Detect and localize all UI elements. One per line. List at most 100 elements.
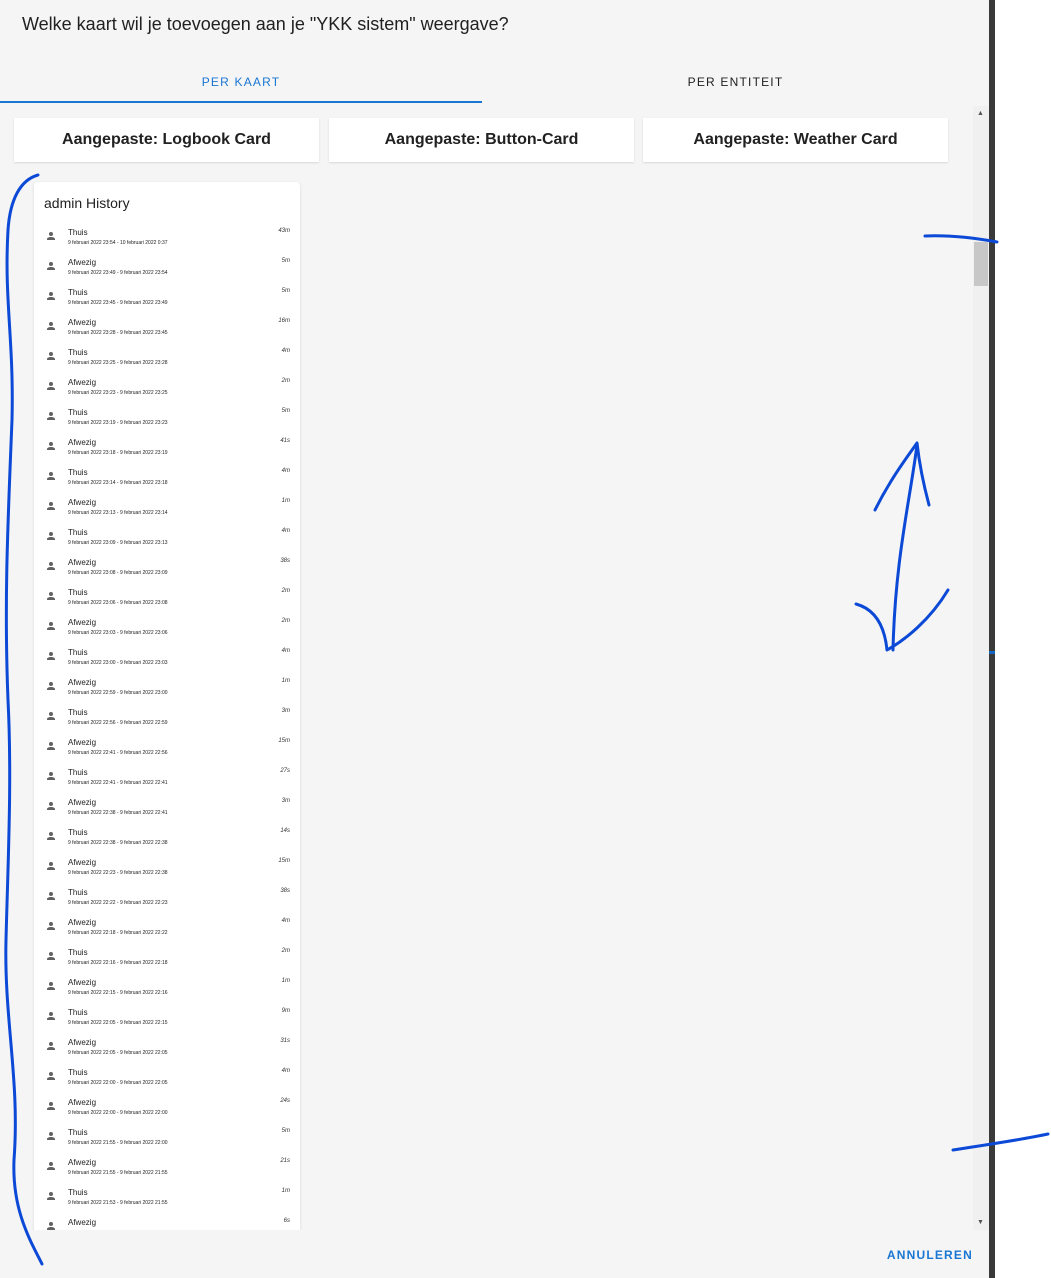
history-entry: Afwezig 9 februari 2022 23:18 - 9 februar… bbox=[34, 436, 300, 466]
entry-timespan: 9 februari 2022 23:28 - 9 februari 2022 … bbox=[68, 330, 168, 336]
history-entry: Thuis 9 februari 2022 23:06 - 9 februari … bbox=[34, 586, 300, 616]
entry-timespan: 9 februari 2022 23:23 - 9 februari 2022 … bbox=[68, 390, 168, 396]
entry-state: Thuis bbox=[68, 1188, 88, 1197]
tab-per-kaart[interactable]: PER KAART bbox=[0, 60, 482, 104]
entry-state: Afwezig bbox=[68, 618, 97, 627]
entry-timespan: 9 februari 2022 22:56 - 9 februari 2022 … bbox=[68, 720, 168, 726]
entry-duration: 5m bbox=[281, 1128, 290, 1134]
entry-state: Thuis bbox=[68, 408, 88, 417]
entry-state: Afwezig bbox=[68, 378, 97, 387]
history-entry: Thuis 9 februari 2022 22:05 - 9 februari … bbox=[34, 1006, 300, 1036]
logbook-card-preview[interactable]: admin History Thuis 9 februari 2022 23:54… bbox=[34, 182, 300, 1230]
account-icon bbox=[47, 892, 55, 900]
background-app-edge bbox=[989, 0, 995, 1278]
account-icon bbox=[47, 502, 55, 510]
tab-per-entiteit[interactable]: PER ENTITEIT bbox=[482, 60, 989, 104]
account-icon bbox=[47, 292, 55, 300]
history-entry: Afwezig 9 februari 2022 23:23 - 9 februar… bbox=[34, 376, 300, 406]
entry-state: Afwezig bbox=[68, 678, 97, 687]
entry-duration: 38s bbox=[280, 558, 290, 564]
history-entry: Afwezig 9 februari 2022 23:08 - 9 februar… bbox=[34, 556, 300, 586]
card-picker-content[interactable]: Aangepaste: Logbook Card Aangepaste: But… bbox=[0, 106, 973, 1230]
active-tab-indicator bbox=[0, 101, 482, 103]
history-entry: Afwezig 9 februari 2022 22:41 - 9 februar… bbox=[34, 736, 300, 766]
add-card-dialog: Welke kaart wil je toevoegen aan je "YKK… bbox=[0, 0, 989, 1278]
entry-state: Thuis bbox=[68, 1008, 88, 1017]
history-entry: Thuis 9 februari 2022 22:00 - 9 februari … bbox=[34, 1066, 300, 1096]
entry-state: Afwezig bbox=[68, 798, 97, 807]
entry-duration: 43m bbox=[278, 228, 290, 234]
history-entries-list: Thuis 9 februari 2022 23:54 - 10 februari… bbox=[34, 226, 300, 1230]
tab-bar: PER KAART PER ENTITEIT bbox=[0, 60, 989, 104]
entry-duration: 2m bbox=[281, 948, 290, 954]
entry-state: Afwezig bbox=[68, 498, 97, 507]
entry-duration: 1m bbox=[281, 498, 290, 504]
card-option-logbook[interactable]: Aangepaste: Logbook Card bbox=[14, 118, 319, 162]
scroll-up-arrow-icon[interactable]: ▲ bbox=[977, 110, 984, 117]
entry-timespan: 9 februari 2022 23:19 - 9 februari 2022 … bbox=[68, 420, 168, 426]
history-entry: Afwezig 9 februari 2022 23:13 - 9 februar… bbox=[34, 496, 300, 526]
history-entry: Afwezig 9 februari 2022 22:23 - 9 februar… bbox=[34, 856, 300, 886]
entry-timespan: 9 februari 2022 23:03 - 9 februari 2022 … bbox=[68, 630, 168, 636]
history-entry: Thuis 9 februari 2022 23:45 - 9 februari … bbox=[34, 286, 300, 316]
entry-state: Afwezig bbox=[68, 258, 97, 267]
account-icon bbox=[47, 592, 55, 600]
entry-duration: 1m bbox=[281, 678, 290, 684]
entry-duration: 5m bbox=[281, 288, 290, 294]
account-icon bbox=[47, 802, 55, 810]
account-icon bbox=[47, 922, 55, 930]
scroll-down-arrow-icon[interactable]: ▼ bbox=[977, 1219, 984, 1226]
account-icon bbox=[47, 1192, 55, 1200]
content-scrollbar[interactable]: ▲ ▼ bbox=[973, 106, 989, 1230]
card-option-button-card[interactable]: Aangepaste: Button-Card bbox=[329, 118, 634, 162]
account-icon bbox=[47, 532, 55, 540]
entry-state: Afwezig bbox=[68, 558, 97, 567]
entry-duration: 6s bbox=[283, 1218, 290, 1224]
entry-state: Thuis bbox=[68, 648, 88, 657]
entry-timespan: 9 februari 2022 21:55 - 9 februari 2022 … bbox=[68, 1170, 168, 1176]
entry-duration: 15m bbox=[278, 858, 290, 864]
history-entry: Thuis 9 februari 2022 22:41 - 9 februari … bbox=[34, 766, 300, 796]
entry-duration: 27s bbox=[280, 768, 290, 774]
entry-timespan: 9 februari 2022 22:38 - 9 februari 2022 … bbox=[68, 840, 168, 846]
account-icon bbox=[47, 682, 55, 690]
history-entry: Thuis 9 februari 2022 22:56 - 9 februari … bbox=[34, 706, 300, 736]
entry-timespan: 9 februari 2022 23:09 - 9 februari 2022 … bbox=[68, 540, 168, 546]
account-icon bbox=[47, 772, 55, 780]
entry-state: Afwezig bbox=[68, 318, 97, 327]
entry-timespan: 9 februari 2022 22:00 - 9 februari 2022 … bbox=[68, 1080, 168, 1086]
entry-timespan: 9 februari 2022 23:49 - 9 februari 2022 … bbox=[68, 270, 168, 276]
history-entry: Thuis 9 februari 2022 23:19 - 9 februari … bbox=[34, 406, 300, 436]
entry-state: Thuis bbox=[68, 288, 88, 297]
account-icon bbox=[47, 622, 55, 630]
entry-duration: 21s bbox=[280, 1158, 290, 1164]
entry-duration: 5m bbox=[281, 258, 290, 264]
entry-timespan: 9 februari 2022 22:18 - 9 februari 2022 … bbox=[68, 930, 168, 936]
history-entry: Afwezig 9 februari 2022 22:15 - 9 februar… bbox=[34, 976, 300, 1006]
scrollbar-thumb[interactable] bbox=[974, 242, 988, 286]
entry-state: Thuis bbox=[68, 708, 88, 717]
entry-timespan: 9 februari 2022 22:16 - 9 februari 2022 … bbox=[68, 960, 168, 966]
account-icon bbox=[47, 442, 55, 450]
entry-timespan: 9 februari 2022 23:00 - 9 februari 2022 … bbox=[68, 660, 168, 666]
entry-state: Thuis bbox=[68, 528, 88, 537]
account-icon bbox=[47, 322, 55, 330]
entry-state: Thuis bbox=[68, 348, 88, 357]
entry-duration: 9m bbox=[281, 1008, 290, 1014]
account-icon bbox=[47, 1222, 55, 1230]
entry-timespan: 9 februari 2022 22:00 - 9 februari 2022 … bbox=[68, 1110, 168, 1116]
account-icon bbox=[47, 1132, 55, 1140]
account-icon bbox=[47, 712, 55, 720]
card-option-weather[interactable]: Aangepaste: Weather Card bbox=[643, 118, 948, 162]
account-icon bbox=[47, 1162, 55, 1170]
entry-timespan: 9 februari 2022 22:41 - 9 februari 2022 … bbox=[68, 750, 168, 756]
dialog-title: Welke kaart wil je toevoegen aan je "YKK… bbox=[22, 14, 509, 34]
history-entry: Afwezig 9 februari 2022 21:55 - 9 februar… bbox=[34, 1156, 300, 1186]
entry-timespan: 9 februari 2022 22:23 - 9 februari 2022 … bbox=[68, 870, 168, 876]
account-icon bbox=[47, 382, 55, 390]
account-icon bbox=[47, 1042, 55, 1050]
entry-timespan: 9 februari 2022 22:15 - 9 februari 2022 … bbox=[68, 990, 168, 996]
cancel-button[interactable]: ANNULEREN bbox=[887, 1248, 973, 1262]
entry-state: Thuis bbox=[68, 828, 88, 837]
account-icon bbox=[47, 412, 55, 420]
